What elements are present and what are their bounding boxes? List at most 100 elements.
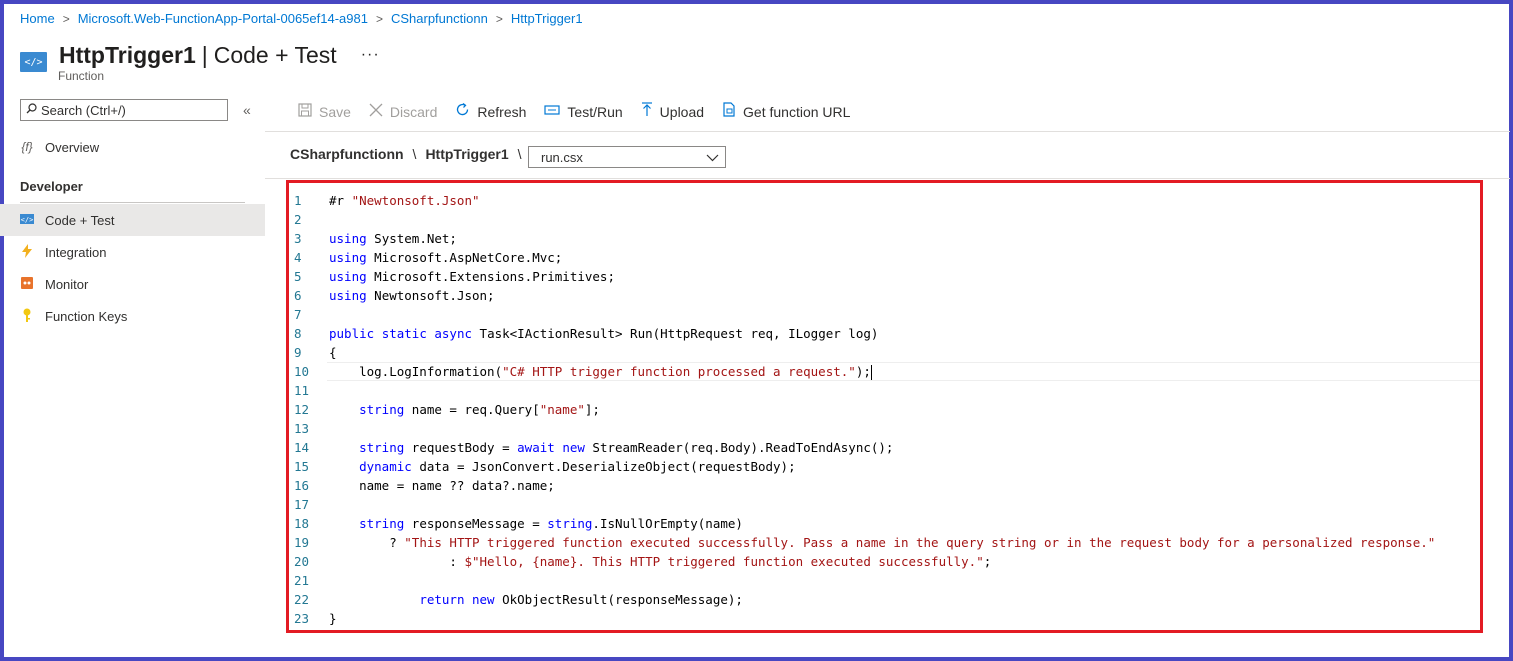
- sidebar-section-developer: Developer: [20, 179, 83, 194]
- resource-type-label: Function: [58, 69, 105, 83]
- page-title: HttpTrigger1: [59, 41, 196, 68]
- code-text: string responseMessage = string.IsNullOr…: [359, 516, 743, 531]
- line-number: 3: [294, 231, 302, 246]
- line-number: 10: [294, 364, 310, 379]
- line-number: 17: [294, 497, 310, 512]
- chevron-right-icon: >: [62, 11, 70, 26]
- code-text: dynamic data = JsonConvert.DeserializeOb…: [359, 459, 796, 474]
- discard-label: Discard: [389, 103, 438, 120]
- code-text: #r "Newtonsoft.Json": [329, 193, 480, 208]
- get-function-url-button[interactable]: Get function URL: [722, 102, 850, 121]
- path-app-name: CSharpfunctionn: [290, 146, 404, 162]
- test-run-icon: [544, 103, 561, 120]
- line-number: 14: [294, 440, 310, 455]
- svg-text:</>: </>: [21, 216, 34, 224]
- line-number: 23: [294, 611, 310, 626]
- sidebar-item-label: Overview: [45, 139, 100, 155]
- link-document-icon: [722, 102, 736, 121]
- line-number: 2: [294, 212, 302, 227]
- line-number: 6: [294, 288, 302, 303]
- code-text: using System.Net;: [329, 231, 457, 246]
- key-icon: [20, 308, 34, 325]
- save-label: Save: [319, 103, 351, 120]
- code-text: }: [329, 611, 337, 626]
- line-number: 9: [294, 345, 302, 360]
- breadcrumb-app[interactable]: CSharpfunctionn: [391, 11, 488, 26]
- selected-file: run.csx: [541, 149, 583, 165]
- function-code-icon: </>: [20, 52, 47, 72]
- breadcrumb: Home > Microsoft.Web-FunctionApp-Portal-…: [20, 11, 583, 26]
- file-path: CSharpfunctionn \ HttpTrigger1 \: [290, 146, 531, 162]
- path-divider: [265, 178, 1510, 179]
- test-run-label: Test/Run: [567, 103, 623, 120]
- breadcrumb-function[interactable]: HttpTrigger1: [511, 11, 583, 26]
- line-number: 19: [294, 535, 310, 550]
- line-number: 4: [294, 250, 302, 265]
- code-text: string name = req.Query["name"];: [359, 402, 600, 417]
- code-editor[interactable]: 1 #r "Newtonsoft.Json" 2 3 using System.Net;…: [286, 180, 1483, 633]
- sidebar-item-monitor[interactable]: Monitor: [0, 268, 265, 300]
- line-number: 12: [294, 402, 310, 417]
- section-divider: [20, 202, 245, 203]
- save-button[interactable]: Save: [298, 102, 351, 121]
- sidebar-item-label: Integration: [45, 244, 107, 260]
- sidebar-item-integration[interactable]: Integration: [0, 236, 265, 268]
- code-text: using Microsoft.AspNetCore.Mvc;: [329, 250, 563, 265]
- line-number: 18: [294, 516, 310, 531]
- refresh-button[interactable]: Refresh: [455, 102, 526, 121]
- more-options-icon[interactable]: ···: [361, 46, 380, 64]
- test-run-button[interactable]: Test/Run: [544, 103, 623, 120]
- line-number: 1: [294, 193, 302, 208]
- chevron-right-icon: >: [495, 11, 503, 26]
- path-function-name: HttpTrigger1: [425, 146, 509, 162]
- breadcrumb-function-app[interactable]: Microsoft.Web-FunctionApp-Portal-0065ef1…: [78, 11, 368, 26]
- line-number: 21: [294, 573, 310, 588]
- refresh-label: Refresh: [477, 103, 527, 120]
- code-text: log.LogInformation("C# HTTP trigger func…: [329, 364, 872, 380]
- line-number: 22: [294, 592, 310, 607]
- code-text: ? "This HTTP triggered function executed…: [329, 535, 1436, 550]
- path-separator: \: [412, 146, 417, 162]
- get-function-url-label: Get function URL: [743, 103, 851, 120]
- close-icon: [369, 103, 383, 121]
- line-number: 5: [294, 269, 302, 284]
- search-icon: [26, 103, 37, 117]
- text-caret: [870, 365, 872, 380]
- sidebar-item-label: Code + Test: [45, 212, 115, 228]
- search-input[interactable]: Search (Ctrl+/): [20, 99, 228, 121]
- code-text: public static async Task<IActionResult> …: [329, 326, 879, 341]
- discard-button[interactable]: Discard: [369, 103, 437, 121]
- code-text: {: [329, 345, 337, 360]
- page-subtitle: Code + Test: [213, 41, 337, 68]
- monitor-icon: [20, 276, 34, 292]
- save-icon: [298, 102, 312, 121]
- upload-label: Upload: [659, 103, 705, 120]
- line-number: 8: [294, 326, 302, 341]
- upload-button[interactable]: Upload: [641, 102, 704, 121]
- line-number: 7: [294, 307, 302, 322]
- code-text: using Newtonsoft.Json;: [329, 288, 495, 303]
- line-number: 16: [294, 478, 310, 493]
- code-text: string requestBody = await new StreamRea…: [359, 440, 894, 455]
- line-number: 11: [294, 383, 310, 398]
- sidebar-item-function-keys[interactable]: Function Keys: [0, 300, 265, 332]
- sidebar-item-label: Function Keys: [45, 308, 128, 324]
- file-select-dropdown[interactable]: run.csx: [528, 146, 726, 168]
- breadcrumb-home[interactable]: Home: [20, 11, 55, 26]
- chevron-down-icon: [706, 150, 719, 165]
- lightning-icon: [20, 243, 34, 261]
- code-text: return new OkObjectResult(responseMessag…: [419, 592, 743, 607]
- function-fx-icon: {f}: [21, 140, 33, 154]
- sidebar-item-overview[interactable]: {f} Overview: [0, 131, 265, 163]
- sidebar-item-code-test[interactable]: </> Code + Test: [0, 204, 265, 236]
- code-text: using Microsoft.Extensions.Primitives;: [329, 269, 615, 284]
- line-number: 20: [294, 554, 310, 569]
- search-placeholder: Search (Ctrl+/): [41, 102, 126, 118]
- chevron-right-icon: >: [375, 11, 383, 26]
- toolbar-divider: [265, 131, 1510, 132]
- sidebar-item-label: Monitor: [45, 276, 89, 292]
- collapse-sidebar-icon[interactable]: «: [243, 102, 251, 118]
- page-header: </> HttpTrigger1 | Code + Test ···: [20, 38, 380, 72]
- line-number: 15: [294, 459, 310, 474]
- title-separator: |: [201, 41, 208, 68]
